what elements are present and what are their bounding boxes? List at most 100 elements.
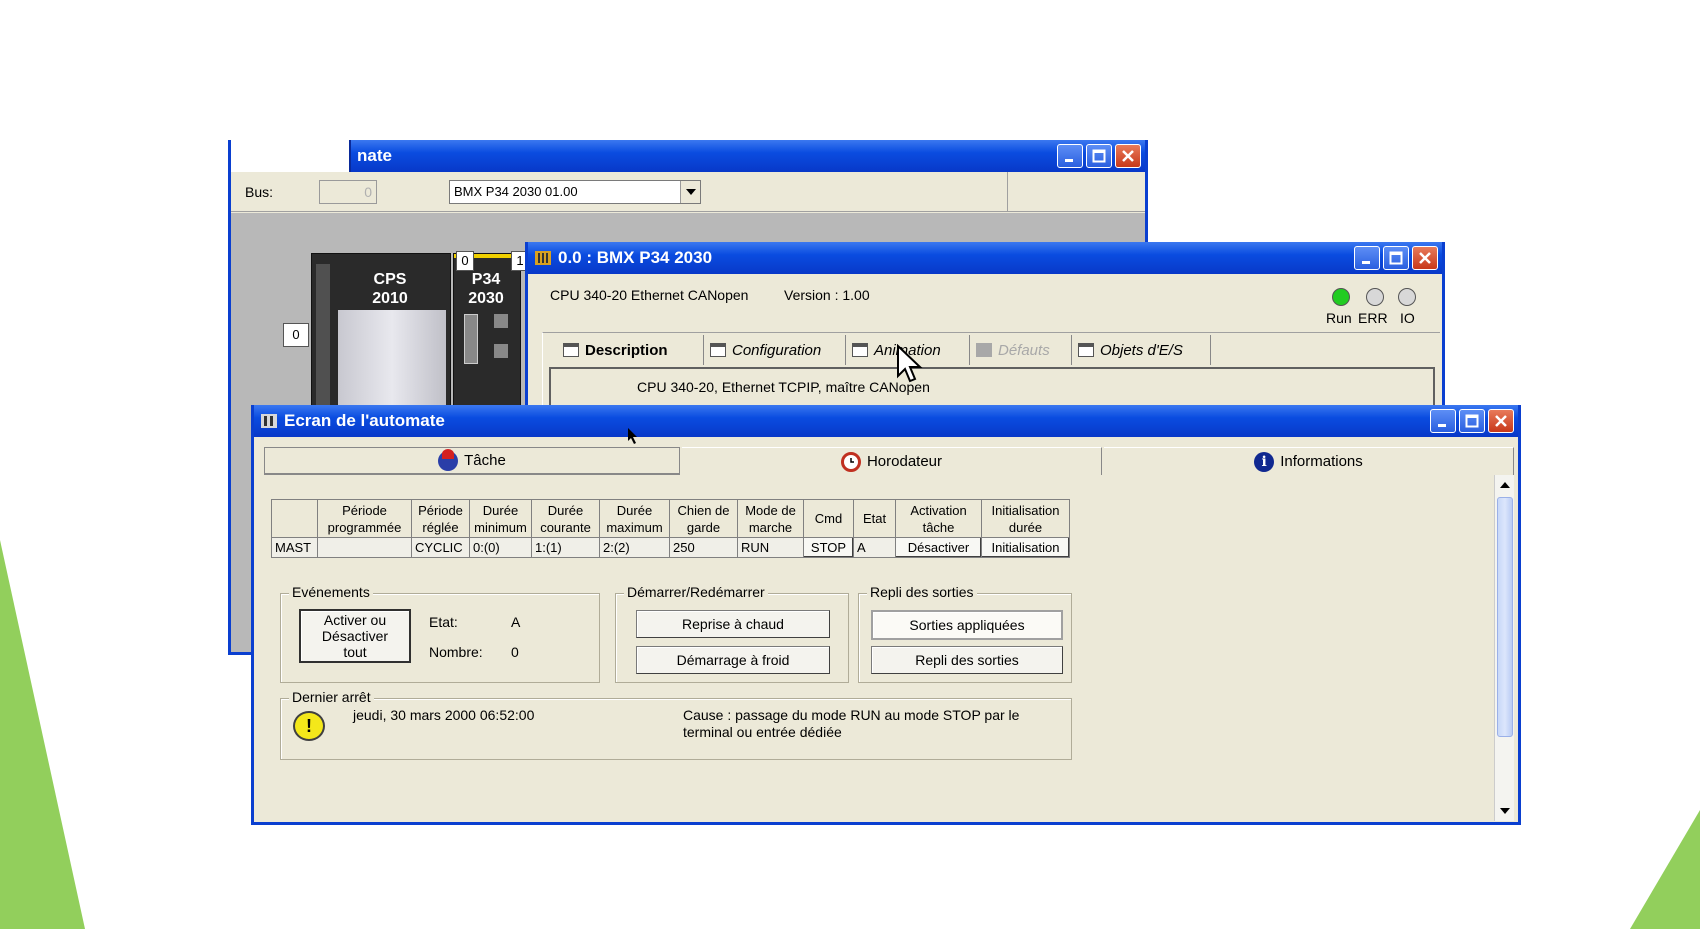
col-header: Activation tâche — [895, 499, 982, 538]
plc-screen-title: Ecran de l'automate — [284, 411, 445, 430]
maximize-icon[interactable] — [1459, 409, 1485, 433]
plc-screen-window: Ecran de l'automate Tâche Horodateur i I… — [251, 405, 1521, 825]
bus-input[interactable]: 0 — [319, 180, 377, 204]
cell: CYCLIC — [411, 537, 470, 558]
tab-icon — [563, 343, 579, 357]
rack-window-titlebar[interactable]: nate — [231, 140, 1145, 172]
col-header: Mode de marche — [737, 499, 804, 538]
toggle-all-events-button[interactable]: Activer ou Désactiver tout — [299, 609, 411, 663]
tab-label: Tâche — [464, 452, 506, 469]
cold-start-button[interactable]: Démarrage à froid — [636, 646, 830, 674]
fallback-group-label: Repli des sorties — [867, 584, 977, 600]
cell: 250 — [669, 537, 738, 558]
close-icon[interactable] — [1115, 144, 1141, 168]
rack-window-title: nate — [357, 146, 392, 165]
cursor-icon — [897, 344, 923, 383]
processor-select[interactable]: BMX P34 2030 01.00 — [449, 180, 701, 204]
vertical-scrollbar[interactable] — [1494, 475, 1514, 821]
col-header: Durée courante — [531, 499, 600, 538]
cell: A — [853, 537, 896, 558]
tab-configuration[interactable]: Configuration — [703, 335, 843, 365]
maximize-icon[interactable] — [1383, 246, 1409, 270]
led-label-err: ERR — [1358, 310, 1388, 326]
led-label-io: IO — [1400, 310, 1415, 326]
tab-horodateur[interactable]: Horodateur — [682, 447, 1102, 475]
deactivate-button[interactable]: Désactiver — [895, 537, 982, 558]
scroll-thumb[interactable] — [1497, 497, 1513, 737]
tab-icon — [1078, 343, 1094, 357]
plc-screen-titlebar[interactable]: Ecran de l'automate — [254, 405, 1518, 437]
tab-label: Configuration — [732, 341, 822, 359]
cell: RUN — [737, 537, 804, 558]
cpu-window: 0.0 : BMX P34 2030 CPU 340-20 Ethernet C… — [525, 242, 1445, 412]
plc-icon — [260, 412, 278, 430]
nombre-value: 0 — [511, 644, 519, 660]
scroll-up-icon[interactable] — [1495, 475, 1515, 495]
task-table: Période programmée Période réglée Durée … — [271, 499, 1070, 558]
stop-button[interactable]: STOP — [803, 537, 854, 558]
minimize-icon[interactable] — [1430, 409, 1456, 433]
col-header: Chien de garde — [669, 499, 738, 538]
col-header: Cmd — [803, 499, 854, 538]
led-label-run: Run — [1326, 310, 1352, 326]
cpu-window-titlebar[interactable]: 0.0 : BMX P34 2030 — [528, 242, 1442, 274]
cpu-header-text: CPU 340-20 Ethernet CANopen — [550, 287, 749, 303]
green-decoration-right — [1630, 810, 1700, 929]
tab-informations[interactable]: i Informations — [1104, 447, 1514, 475]
bus-label: Bus: — [245, 184, 274, 200]
cell: 1:(1) — [531, 537, 600, 558]
tab-label: Informations — [1280, 453, 1363, 470]
tab-description[interactable]: Description — [563, 335, 693, 365]
led-panel: Run ERR IO — [1326, 286, 1426, 330]
minimize-icon[interactable] — [1057, 144, 1083, 168]
last-stop-group: Dernier arrêt ! jeudi, 30 mars 2000 06:5… — [280, 689, 1072, 760]
etat-value: A — [511, 614, 521, 630]
col-header: Durée maximum — [599, 499, 670, 538]
outputs-applied-button[interactable]: Sorties appliquées — [871, 610, 1063, 640]
outputs-fallback-button[interactable]: Repli des sorties — [871, 646, 1063, 674]
col-header — [271, 499, 318, 538]
maximize-icon[interactable] — [1086, 144, 1112, 168]
cell: 2:(2) — [599, 537, 670, 558]
info-icon: i — [1254, 451, 1275, 472]
tab-defauts[interactable]: Défauts — [969, 335, 1069, 365]
green-decoration-left — [0, 540, 85, 929]
tab-icon — [976, 343, 992, 357]
slide: nate Bus: 0 BMX P34 2030 01.00 0 CPS 201… — [0, 0, 1700, 929]
tab-label: Objets d'E/S — [1100, 341, 1183, 359]
module-cps-label: CPS 2010 — [372, 271, 408, 307]
module-icon — [534, 249, 552, 267]
col-header: Initialisation durée — [981, 499, 1070, 538]
warm-restart-button[interactable]: Reprise à chaud — [636, 610, 830, 638]
io-led-icon — [1398, 288, 1416, 306]
col-header: Période programmée — [317, 499, 412, 538]
slot-number-left: 0 — [283, 323, 309, 347]
minimize-icon[interactable] — [1354, 246, 1380, 270]
events-group-label: Evénements — [289, 584, 373, 600]
rack-toolbar: Bus: 0 BMX P34 2030 01.00 — [231, 172, 1145, 212]
close-icon[interactable] — [1412, 246, 1438, 270]
chevron-down-icon[interactable] — [680, 181, 700, 203]
clock-icon — [840, 451, 861, 472]
task-icon — [438, 448, 459, 471]
titlebar-occlusion — [231, 140, 349, 172]
cell — [317, 537, 412, 558]
restart-group-label: Démarrer/Redémarrer — [624, 584, 768, 600]
processor-select-value: BMX P34 2030 01.00 — [454, 184, 578, 199]
close-icon[interactable] — [1488, 409, 1514, 433]
tab-icon — [710, 343, 726, 357]
slot-number-cpu: 0 — [456, 251, 474, 271]
scroll-down-icon[interactable] — [1495, 801, 1515, 821]
tab-label: Défauts — [998, 341, 1050, 359]
tab-icon — [852, 343, 868, 357]
tab-tache[interactable]: Tâche — [264, 447, 680, 475]
run-led-icon — [1332, 288, 1350, 306]
col-header: Durée minimum — [469, 499, 532, 538]
col-header: Etat — [853, 499, 896, 538]
initialisation-button[interactable]: Initialisation — [981, 537, 1070, 558]
tab-objets-es[interactable]: Objets d'E/S — [1071, 335, 1211, 365]
warning-icon: ! — [293, 711, 325, 741]
fallback-group: Repli des sorties Sorties appliquées Rep… — [858, 584, 1072, 683]
tab-label: Horodateur — [866, 453, 943, 470]
restart-group: Démarrer/Redémarrer Reprise à chaud Déma… — [615, 584, 849, 683]
